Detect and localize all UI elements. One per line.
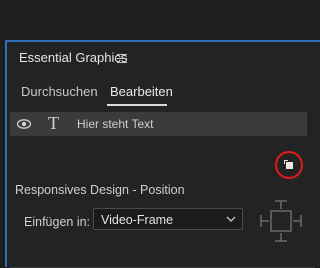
panel-title: Essential Graphics: [19, 50, 128, 65]
layer-name: Hier steht Text: [77, 117, 154, 131]
pin-to-label: Einfügen in:: [24, 215, 91, 229]
pin-edges-icon[interactable]: [257, 197, 305, 245]
chevron-down-icon: [226, 216, 236, 222]
pin-to-value: Video-Frame: [101, 213, 174, 227]
hamburger-icon[interactable]: [117, 54, 127, 63]
responsive-section-title: Responsives Design - Position: [15, 183, 185, 197]
tab-browse[interactable]: Durchsuchen: [21, 84, 98, 99]
eye-icon[interactable]: [17, 119, 31, 129]
pin-to-dropdown[interactable]: Video-Frame: [93, 208, 243, 230]
essential-graphics-panel: Essential Graphics Durchsuchen Bearbeite…: [5, 40, 320, 268]
new-layer-icon: [284, 160, 293, 169]
text-layer-icon: T: [48, 113, 59, 133]
new-layer-button[interactable]: [275, 151, 303, 179]
tab-edit[interactable]: Bearbeiten: [110, 84, 173, 99]
active-tab-indicator: [107, 104, 167, 106]
layer-item[interactable]: T Hier steht Text: [10, 112, 307, 136]
